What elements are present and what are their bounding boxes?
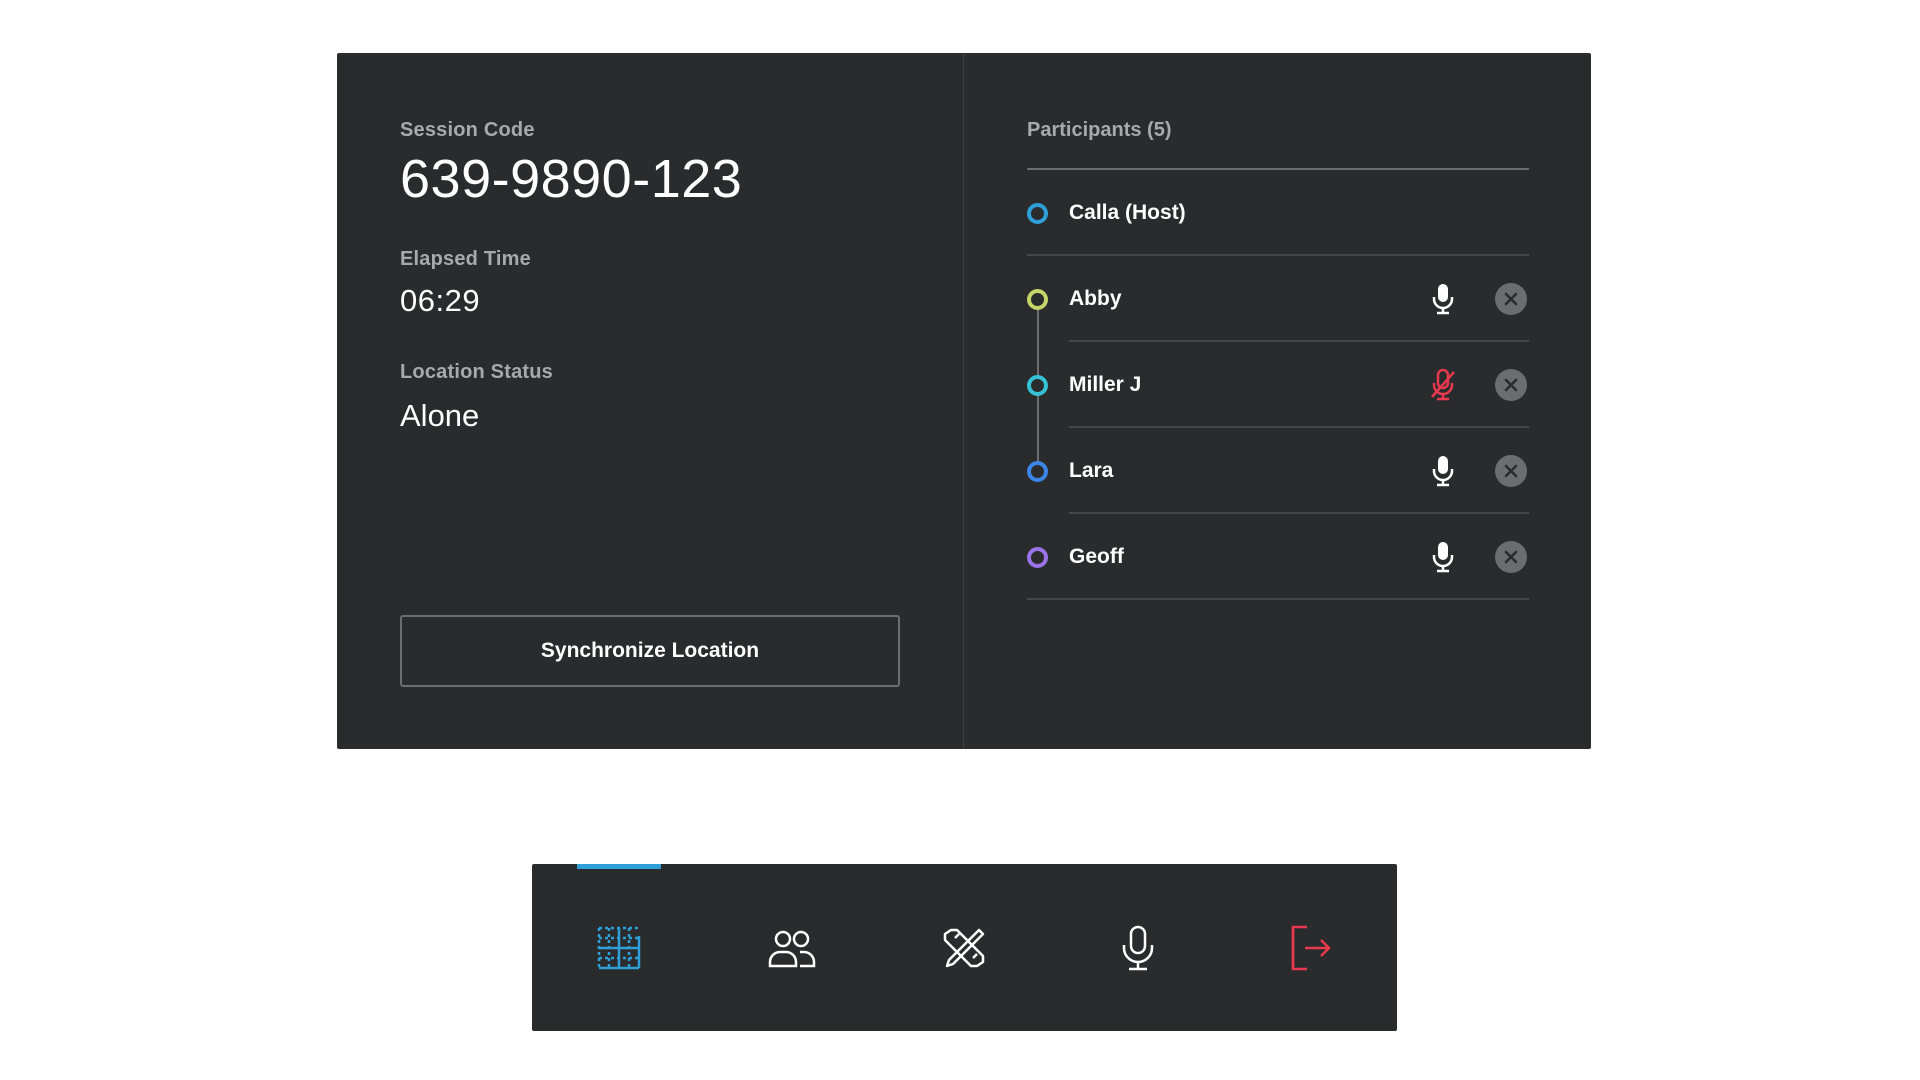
session-info-pane: Session Code 639-9890-123 Elapsed Time 0… xyxy=(337,53,964,749)
exit-icon xyxy=(1291,925,1331,970)
toolbar-participants-button[interactable] xyxy=(705,864,878,1031)
mic-toggle-button[interactable] xyxy=(1423,279,1463,319)
status-dot xyxy=(1027,374,1048,396)
microphone-icon xyxy=(1432,542,1454,573)
participant-row: Geoff xyxy=(1027,514,1529,600)
mic-toggle-button[interactable] xyxy=(1423,365,1463,405)
synchronize-location-button[interactable]: Synchronize Location xyxy=(400,615,900,687)
participant-name: Calla (Host) xyxy=(1069,201,1186,224)
remove-participant-button[interactable] xyxy=(1495,369,1527,401)
participants-pane: Participants (5) Calla (Host) Abby Mille… xyxy=(964,53,1591,749)
participant-name: Miller J xyxy=(1069,373,1142,396)
participant-name: Abby xyxy=(1069,287,1122,310)
toolbar-exit-button[interactable] xyxy=(1224,864,1397,1031)
mic-toggle-button[interactable] xyxy=(1423,537,1463,577)
session-code-label: Session Code xyxy=(400,119,535,141)
participant-row: Lara xyxy=(1027,428,1529,514)
participant-row-host: Calla (Host) xyxy=(1027,170,1529,256)
participant-row: Miller J xyxy=(1027,342,1529,428)
toolbar-grid-button[interactable] xyxy=(532,864,705,1031)
remove-participant-button[interactable] xyxy=(1495,455,1527,487)
microphone-icon xyxy=(1122,925,1153,970)
participant-row: Abby xyxy=(1027,256,1529,342)
participant-name: Geoff xyxy=(1069,545,1124,568)
close-icon xyxy=(1504,464,1518,478)
bottom-toolbar xyxy=(532,864,1397,1031)
status-dot xyxy=(1027,288,1048,310)
elapsed-time-label: Elapsed Time xyxy=(400,248,531,270)
close-icon xyxy=(1504,292,1518,306)
close-icon xyxy=(1504,378,1518,392)
microphone-icon xyxy=(1432,284,1454,315)
microphone-icon xyxy=(1432,456,1454,487)
tools-icon xyxy=(943,928,984,967)
location-status: Alone xyxy=(400,398,480,433)
session-code: 639-9890-123 xyxy=(400,149,743,209)
status-dot xyxy=(1027,202,1048,224)
close-icon xyxy=(1504,550,1518,564)
elapsed-time: 06:29 xyxy=(400,283,481,318)
session-panel: Session Code 639-9890-123 Elapsed Time 0… xyxy=(337,53,1591,749)
remove-participant-button[interactable] xyxy=(1495,541,1527,573)
remove-participant-button[interactable] xyxy=(1495,283,1527,315)
people-icon xyxy=(768,930,815,967)
grid-icon xyxy=(597,926,640,969)
microphone-muted-icon xyxy=(1431,369,1455,401)
participant-list: Calla (Host) Abby Miller J Lara Geoff xyxy=(1027,170,1529,600)
status-dot xyxy=(1027,460,1048,482)
location-status-label: Location Status xyxy=(400,361,554,383)
status-dot xyxy=(1027,546,1048,568)
participant-name: Lara xyxy=(1069,459,1114,482)
participants-title: Participants (5) xyxy=(1027,119,1529,170)
mic-toggle-button[interactable] xyxy=(1423,451,1463,491)
toolbar-microphone-button[interactable] xyxy=(1051,864,1224,1031)
toolbar-tools-button[interactable] xyxy=(878,864,1051,1031)
